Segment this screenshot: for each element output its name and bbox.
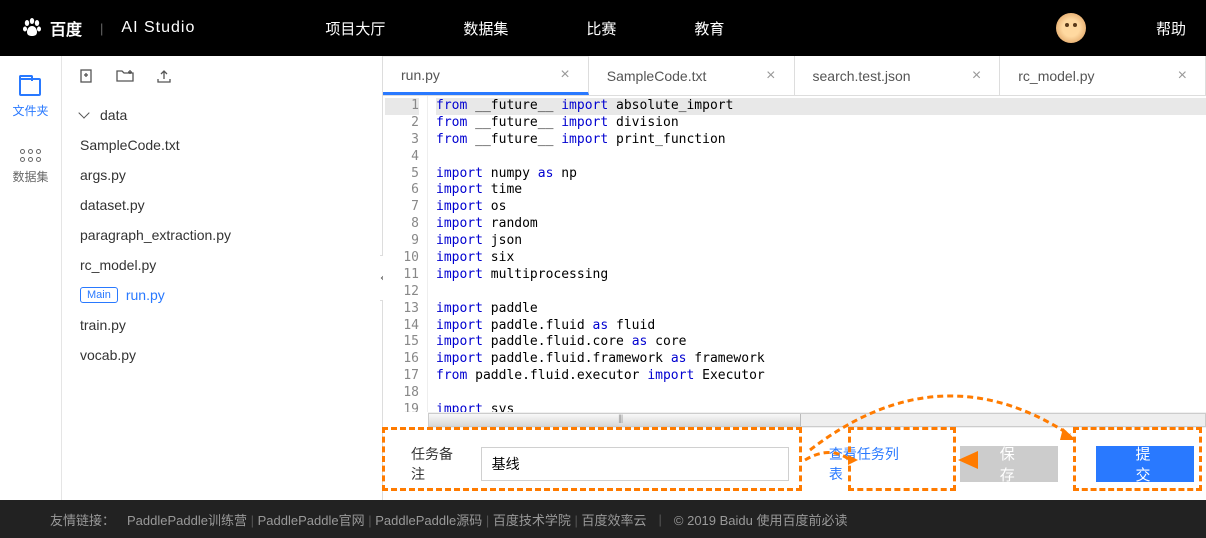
chevron-down-icon	[78, 107, 89, 118]
footer-label: 友情链接：	[50, 510, 115, 529]
tree-file[interactable]: train.py	[62, 310, 382, 340]
upload-icon[interactable]	[156, 68, 172, 84]
help-link[interactable]: 帮助	[1156, 18, 1186, 39]
file-toolbar	[62, 56, 382, 96]
footer-copyright: © 2019 Baidu 使用百度前必读	[674, 510, 848, 529]
rail-files[interactable]: 文件夹	[12, 78, 48, 119]
tree-file[interactable]: args.py	[62, 160, 382, 190]
footer-link[interactable]: 百度技术学院	[493, 513, 571, 528]
nav-link-projects[interactable]: 项目大厅	[325, 18, 385, 39]
file-tree: data SampleCode.txt args.py dataset.py p…	[62, 96, 382, 374]
rail-datasets[interactable]: 数据集	[12, 149, 48, 185]
close-icon[interactable]: ×	[1178, 67, 1187, 85]
bottom-bar: 任务备注 查看任务列表 保 存 提 交	[383, 428, 1206, 500]
footer-link[interactable]: 百度效率云	[582, 513, 647, 528]
editor-tabs: run.py×SampleCode.txt×search.test.json×r…	[383, 56, 1206, 96]
code-area[interactable]: 123456789101112131415161718192021222324 …	[383, 96, 1206, 412]
task-input[interactable]	[481, 447, 789, 481]
main-area: 文件夹 数据集 data SampleCode.txt args.py data…	[0, 56, 1206, 500]
editor-tab[interactable]: run.py ×	[383, 56, 589, 95]
footer-link[interactable]: PaddlePaddle官网	[258, 513, 365, 528]
task-input-block: 任务备注	[395, 430, 805, 498]
tree-file[interactable]: vocab.py	[62, 340, 382, 370]
line-gutter: 123456789101112131415161718192021222324	[383, 96, 428, 412]
tab-label: run.py	[401, 67, 440, 83]
new-folder-icon[interactable]	[116, 68, 134, 84]
footer-link[interactable]: PaddlePaddle源码	[375, 513, 482, 528]
close-icon[interactable]: ×	[766, 67, 775, 85]
rail-datasets-label: 数据集	[12, 168, 48, 185]
tree-folder-data[interactable]: data	[62, 100, 382, 130]
brand-text: 百度	[50, 16, 82, 40]
editor-panel: run.py×SampleCode.txt×search.test.json×r…	[382, 56, 1206, 500]
dataset-icon	[20, 149, 41, 162]
ai-studio-text: AI Studio	[121, 19, 195, 37]
top-nav: 百度 | AI Studio 项目大厅 数据集 比赛 教育 帮助	[0, 0, 1206, 56]
nav-right: 帮助	[1056, 13, 1186, 43]
tab-label: rc_model.py	[1018, 68, 1094, 84]
paw-icon	[20, 16, 44, 40]
task-label: 任务备注	[411, 444, 467, 484]
tab-label: SampleCode.txt	[607, 68, 707, 84]
tab-label: search.test.json	[813, 68, 911, 84]
nav-link-education[interactable]: 教育	[694, 18, 724, 39]
code-content[interactable]: from __future__ import absolute_importfr…	[428, 96, 1206, 412]
footer: 友情链接： PaddlePaddle训练营 | PaddlePaddle官网 |…	[0, 500, 1206, 538]
tree-file[interactable]: SampleCode.txt	[62, 130, 382, 160]
editor-tab[interactable]: rc_model.py ×	[1000, 56, 1206, 95]
submit-button[interactable]: 提 交	[1096, 446, 1194, 482]
tree-file[interactable]: dataset.py	[62, 190, 382, 220]
nav-link-datasets[interactable]: 数据集	[463, 18, 508, 39]
logo-wrap[interactable]: 百度 | AI Studio	[20, 16, 195, 40]
horizontal-scrollbar[interactable]	[428, 412, 1206, 428]
left-rail: 文件夹 数据集	[0, 56, 62, 500]
nav-links: 项目大厅 数据集 比赛 教育	[325, 18, 724, 39]
editor-tab[interactable]: SampleCode.txt ×	[589, 56, 795, 95]
close-icon[interactable]: ×	[972, 67, 981, 85]
view-tasks-link[interactable]: 查看任务列表	[829, 444, 913, 484]
tree-file-main[interactable]: Mainrun.py	[62, 280, 382, 310]
nav-link-competitions[interactable]: 比赛	[586, 18, 616, 39]
brand-divider: |	[100, 21, 103, 36]
editor-tab[interactable]: search.test.json ×	[795, 56, 1001, 95]
tree-file[interactable]: paragraph_extraction.py	[62, 220, 382, 250]
save-button[interactable]: 保 存	[960, 446, 1058, 482]
file-panel: data SampleCode.txt args.py dataset.py p…	[62, 56, 382, 500]
tree-file[interactable]: rc_model.py	[62, 250, 382, 280]
close-icon[interactable]: ×	[560, 66, 569, 84]
folder-icon	[19, 78, 41, 96]
rail-files-label: 文件夹	[12, 102, 48, 119]
main-badge: Main	[80, 287, 118, 303]
new-file-icon[interactable]	[78, 68, 94, 84]
baidu-logo: 百度	[20, 16, 82, 40]
footer-link[interactable]: PaddlePaddle训练营	[127, 513, 247, 528]
avatar[interactable]	[1056, 13, 1086, 43]
